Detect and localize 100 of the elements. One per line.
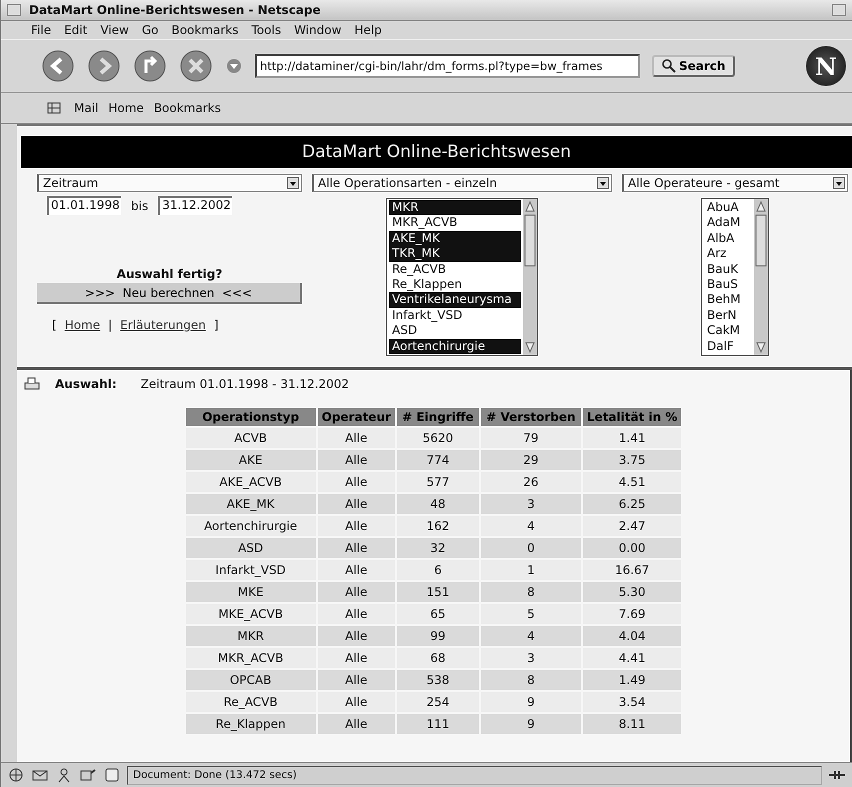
date-from-field[interactable]: 01.01.1998 bbox=[47, 196, 121, 215]
table-cell: AKE_ACVB bbox=[186, 472, 316, 492]
nav-link[interactable]: Home bbox=[64, 318, 100, 332]
printer-icon[interactable] bbox=[23, 376, 41, 392]
menu-item[interactable]: View bbox=[100, 23, 129, 37]
table-cell: Alle bbox=[318, 428, 395, 448]
date-to-field[interactable]: 31.12.2002 bbox=[158, 196, 232, 215]
done-prompt: Auswahl fertig? bbox=[116, 267, 224, 281]
table-cell: 29 bbox=[480, 450, 581, 470]
table-cell: Alle bbox=[318, 582, 395, 602]
table-cell: 6 bbox=[396, 560, 479, 580]
table-cell: 9 bbox=[480, 692, 581, 712]
table-cell: Infarkt_VSD bbox=[186, 560, 316, 580]
surgeons-select[interactable]: Alle Operateure - gesamt bbox=[622, 174, 848, 192]
table-cell: 2.47 bbox=[582, 516, 682, 536]
composer-icon[interactable] bbox=[79, 767, 97, 783]
search-button[interactable]: Search bbox=[652, 55, 736, 77]
menu-item[interactable]: Help bbox=[354, 23, 382, 37]
table-cell: Alle bbox=[318, 692, 395, 712]
table-cell: AKE bbox=[186, 450, 316, 470]
list-option[interactable]: MKR_ACVB bbox=[389, 215, 521, 231]
table-cell: 1.49 bbox=[582, 670, 682, 690]
table-cell: 151 bbox=[396, 582, 479, 602]
list-option[interactable]: AKE_MK bbox=[389, 230, 521, 246]
browser-logo: N bbox=[806, 46, 846, 86]
bracket: ] bbox=[214, 318, 219, 332]
list-option[interactable]: AbuA bbox=[704, 200, 752, 216]
table-cell: Aortenchirurgie bbox=[186, 516, 316, 536]
page-header: DataMart Online-Berichtswesen bbox=[21, 136, 852, 168]
recalculate-button[interactable]: >>> Neu berechnen <<< bbox=[37, 283, 302, 304]
list-option[interactable]: Aortenchirurgie bbox=[389, 338, 521, 354]
search-icon bbox=[662, 59, 676, 73]
column-header: Operateur bbox=[318, 408, 395, 426]
toolbar-link[interactable]: Mail bbox=[74, 101, 98, 115]
selection-value: Zeitraum 01.01.1998 - 31.12.2002 bbox=[140, 377, 350, 391]
list-option[interactable]: BauK bbox=[704, 262, 752, 277]
list-option[interactable]: AlbA bbox=[704, 230, 752, 246]
table-cell: Alle bbox=[318, 450, 395, 470]
separator: | bbox=[108, 318, 112, 332]
forward-icon[interactable] bbox=[87, 49, 121, 83]
menu-item[interactable]: File bbox=[31, 23, 52, 37]
list-option[interactable]: BauS bbox=[704, 276, 752, 292]
list-option[interactable]: Arz bbox=[704, 246, 752, 262]
table-cell: MKE bbox=[186, 582, 316, 602]
page-icon[interactable] bbox=[103, 767, 121, 783]
stop-icon[interactable] bbox=[179, 49, 213, 83]
table-cell: 68 bbox=[396, 648, 479, 668]
table-cell: 4.51 bbox=[582, 472, 682, 492]
menu-item[interactable]: Go bbox=[142, 23, 158, 37]
menu-item[interactable]: Window bbox=[294, 23, 342, 37]
table-cell: 5 bbox=[480, 604, 581, 624]
table-cell: 3 bbox=[480, 494, 581, 514]
column-header: # Eingriffe bbox=[396, 408, 479, 426]
table-cell: 577 bbox=[396, 472, 479, 492]
table-cell: 774 bbox=[396, 450, 479, 470]
table-cell: Alle bbox=[318, 516, 395, 536]
operations-select[interactable]: Alle Operationsarten - einzeln bbox=[312, 174, 612, 192]
surgeons-listbox[interactable]: AbuA AdaM AlbA Arz BauK BauS BehM BerN CakM DalF bbox=[701, 198, 769, 356]
period-select[interactable]: Zeitraum bbox=[37, 174, 302, 192]
menu-item[interactable]: Edit bbox=[64, 23, 88, 37]
scrollbar[interactable] bbox=[523, 199, 537, 355]
menu-item[interactable]: Tools bbox=[252, 23, 282, 37]
menu-item[interactable]: Bookmarks bbox=[171, 23, 239, 37]
list-option[interactable]: AdaM bbox=[704, 215, 752, 231]
list-option[interactable]: Ventrikelaneurysma bbox=[389, 292, 521, 308]
url-field[interactable]: http://dataminer/cgi-bin/lahr/dm_forms.pl?type=bw_frames bbox=[255, 54, 640, 78]
table-cell: 65 bbox=[396, 604, 479, 624]
list-option[interactable]: CakM bbox=[704, 323, 752, 339]
table-cell: 1 bbox=[480, 560, 581, 580]
window-menu-button[interactable] bbox=[7, 4, 21, 16]
list-option[interactable]: DalF bbox=[704, 338, 752, 354]
operations-listbox[interactable]: MKR MKR_ACVB AKE_MK TKR_MK Re_ACVB Re_Klappen Ventrikelaneurysma Infarkt_VSD ASD Aortenchirurgie bbox=[386, 198, 538, 356]
back-icon[interactable] bbox=[41, 49, 75, 83]
list-option[interactable]: Infarkt_VSD bbox=[389, 308, 521, 324]
table-cell: 5620 bbox=[396, 428, 479, 448]
list-option[interactable]: ASD bbox=[389, 323, 521, 339]
table-cell: 1.41 bbox=[582, 428, 682, 448]
date-separator: bis bbox=[131, 198, 148, 212]
table-cell: 8.11 bbox=[582, 714, 682, 734]
list-option[interactable]: Re_ACVB bbox=[389, 262, 521, 277]
scrollbar[interactable] bbox=[754, 199, 768, 355]
list-option[interactable]: Re_Klappen bbox=[389, 276, 521, 292]
table-cell: 538 bbox=[396, 670, 479, 690]
maximize-button[interactable] bbox=[832, 4, 846, 16]
table-cell: 4.04 bbox=[582, 626, 682, 646]
status-text: Document: Done (13.472 secs) bbox=[127, 766, 822, 784]
list-option[interactable]: BerN bbox=[704, 308, 752, 324]
toolbar-link[interactable]: Home bbox=[108, 101, 144, 115]
toolbar-link[interactable]: Bookmarks bbox=[154, 101, 221, 115]
table-cell: 7.69 bbox=[582, 604, 682, 624]
globe-icon[interactable] bbox=[7, 767, 25, 783]
list-option[interactable]: MKR bbox=[389, 200, 521, 216]
nav-link[interactable]: Erläuterungen bbox=[120, 318, 206, 332]
list-option[interactable]: BehM bbox=[704, 292, 752, 308]
list-option[interactable]: TKR_MK bbox=[389, 246, 521, 262]
table-cell: Re_ACVB bbox=[186, 692, 316, 712]
table-cell: AKE_MK bbox=[186, 494, 316, 514]
reload-icon[interactable] bbox=[133, 49, 167, 83]
dropdown-icon[interactable] bbox=[225, 58, 243, 74]
table-cell: 8 bbox=[480, 670, 581, 690]
